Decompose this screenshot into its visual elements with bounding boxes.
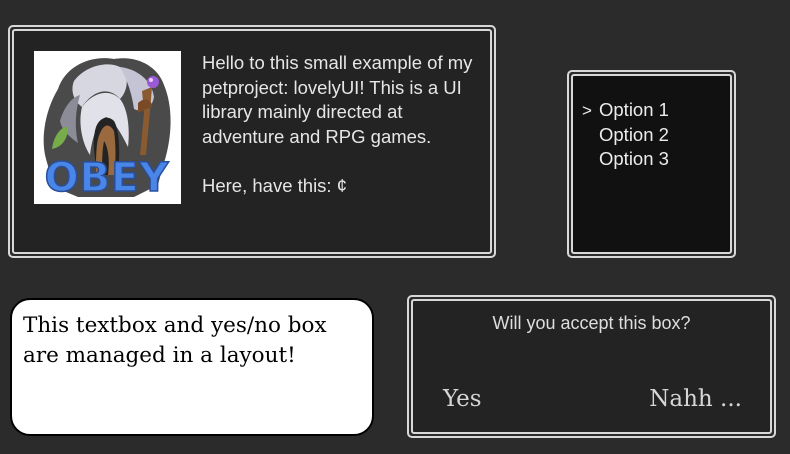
confirm-dialog: Will you accept this box? Yes Nahh ... [407, 295, 776, 438]
no-button[interactable]: Nahh ... [649, 386, 742, 412]
option-list: > Option 1 Option 2 Option 3 [582, 98, 669, 171]
option-label: Option 2 [599, 124, 669, 145]
obey-logo-icon: OBEY [43, 58, 171, 202]
intro-message-paragraph-2: Here, have this: ¢ [202, 174, 347, 196]
confirm-dialog-body: Will you accept this box? Yes Nahh ... [411, 299, 772, 434]
confirm-question: Will you accept this box? [492, 313, 691, 333]
option-item-1[interactable]: > Option 1 [582, 98, 669, 123]
option-label: Option 1 [599, 99, 669, 120]
textbox-text: This textbox and yes/no box are managed … [23, 313, 327, 368]
svg-text:OBEY: OBEY [45, 155, 170, 201]
intro-dialog: OBEY Hello to this small example of my p… [8, 25, 496, 258]
intro-dialog-body: OBEY Hello to this small example of my p… [12, 29, 492, 254]
option-menu-body: > Option 1 Option 2 Option 3 [571, 74, 732, 254]
selection-cursor-icon: > [582, 101, 592, 120]
option-item-2[interactable]: Option 2 [582, 123, 669, 147]
yes-button[interactable]: Yes [443, 386, 482, 412]
layout-textbox: This textbox and yes/no box are managed … [10, 298, 374, 436]
intro-message: Hello to this small example of my petpro… [202, 51, 487, 198]
obey-portrait-image: OBEY [34, 51, 181, 204]
option-label: Option 3 [599, 148, 669, 169]
option-menu: > Option 1 Option 2 Option 3 [567, 70, 736, 258]
intro-message-paragraph-1: Hello to this small example of my petpro… [202, 52, 473, 147]
option-item-3[interactable]: Option 3 [582, 147, 669, 171]
